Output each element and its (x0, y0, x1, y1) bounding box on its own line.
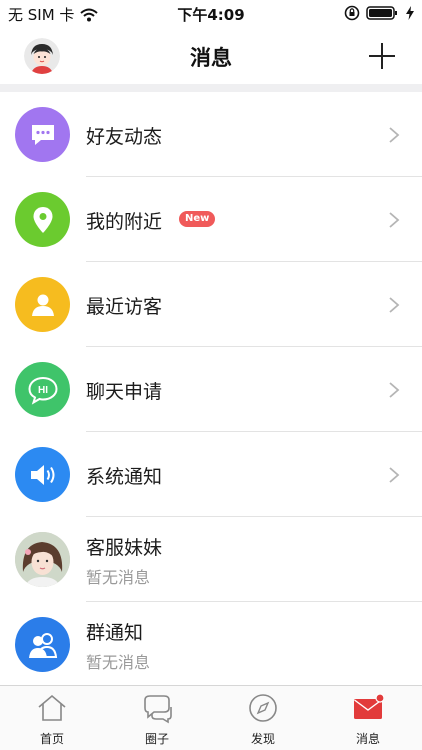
chat-bubbles-icon (144, 695, 172, 724)
service-avatar-photo (15, 532, 70, 587)
group-icon (15, 617, 70, 672)
list-item-title: 聊天申请 (86, 381, 163, 403)
tab-messages[interactable]: 消息 (328, 686, 408, 750)
hi-label: HI (38, 385, 48, 396)
tab-label: 首页 (39, 732, 64, 746)
chevron-right-icon (389, 382, 400, 398)
chevron-right-icon (389, 467, 400, 483)
tab-label: 发现 (250, 732, 275, 746)
list-item-nearby[interactable]: 我的附近 New (0, 177, 422, 262)
list-item-title: 群通知 (86, 622, 144, 644)
chat-bubble-icon (15, 107, 70, 162)
compass-icon (249, 694, 277, 722)
plus-icon (369, 43, 395, 69)
chevron-right-icon (389, 212, 400, 228)
list-item-subtitle: 暂无消息 (86, 653, 151, 672)
new-badge: New (179, 211, 216, 227)
add-button[interactable] (366, 40, 398, 72)
status-bar: 无 SIM 卡 下午4:09 (0, 0, 422, 30)
tab-label: 圈子 (144, 732, 169, 746)
location-pin-icon (15, 192, 70, 247)
list-item-group-notifications[interactable]: 群通知 暂无消息 (0, 602, 422, 687)
nav-bar: 消息 (0, 30, 422, 84)
chevron-right-icon (389, 297, 400, 313)
mail-icon (354, 693, 384, 719)
list-item-subtitle: 暂无消息 (86, 568, 151, 587)
message-list: 好友动态 我的附近 New 最近访客 HI 聊天申请 系统通知 客服妹妹 暂无消… (0, 92, 422, 687)
home-icon (38, 694, 66, 721)
tab-bar: 首页 圈子 发现 消息 (0, 685, 422, 750)
chevron-right-icon (389, 127, 400, 143)
list-item-title: 系统通知 (86, 466, 163, 488)
hi-chat-icon: HI (15, 362, 70, 417)
tab-discover[interactable]: 发现 (223, 686, 303, 750)
rotation-lock-icon (344, 5, 360, 21)
speaker-icon (15, 447, 70, 502)
list-item-title: 最近访客 (86, 296, 163, 318)
battery-icon (366, 6, 397, 20)
page-title: 消息 (190, 46, 232, 70)
tab-home[interactable]: 首页 (12, 686, 92, 750)
charging-bolt-icon (406, 6, 414, 20)
list-item-title: 好友动态 (86, 126, 163, 148)
list-item-chat-requests[interactable]: HI 聊天申请 (0, 347, 422, 432)
list-item-title: 客服妹妹 (86, 537, 163, 559)
person-icon (15, 277, 70, 332)
status-right (344, 5, 414, 21)
list-item-friend-updates[interactable]: 好友动态 (0, 92, 422, 177)
tab-circles[interactable]: 圈子 (117, 686, 197, 750)
tab-label: 消息 (355, 732, 380, 746)
list-item-title: 我的附近 (86, 211, 163, 233)
list-item-system-notifications[interactable]: 系统通知 (0, 432, 422, 517)
section-separator (0, 84, 422, 92)
list-item-recent-visitors[interactable]: 最近访客 (0, 262, 422, 347)
list-item-customer-service[interactable]: 客服妹妹 暂无消息 (0, 517, 422, 602)
